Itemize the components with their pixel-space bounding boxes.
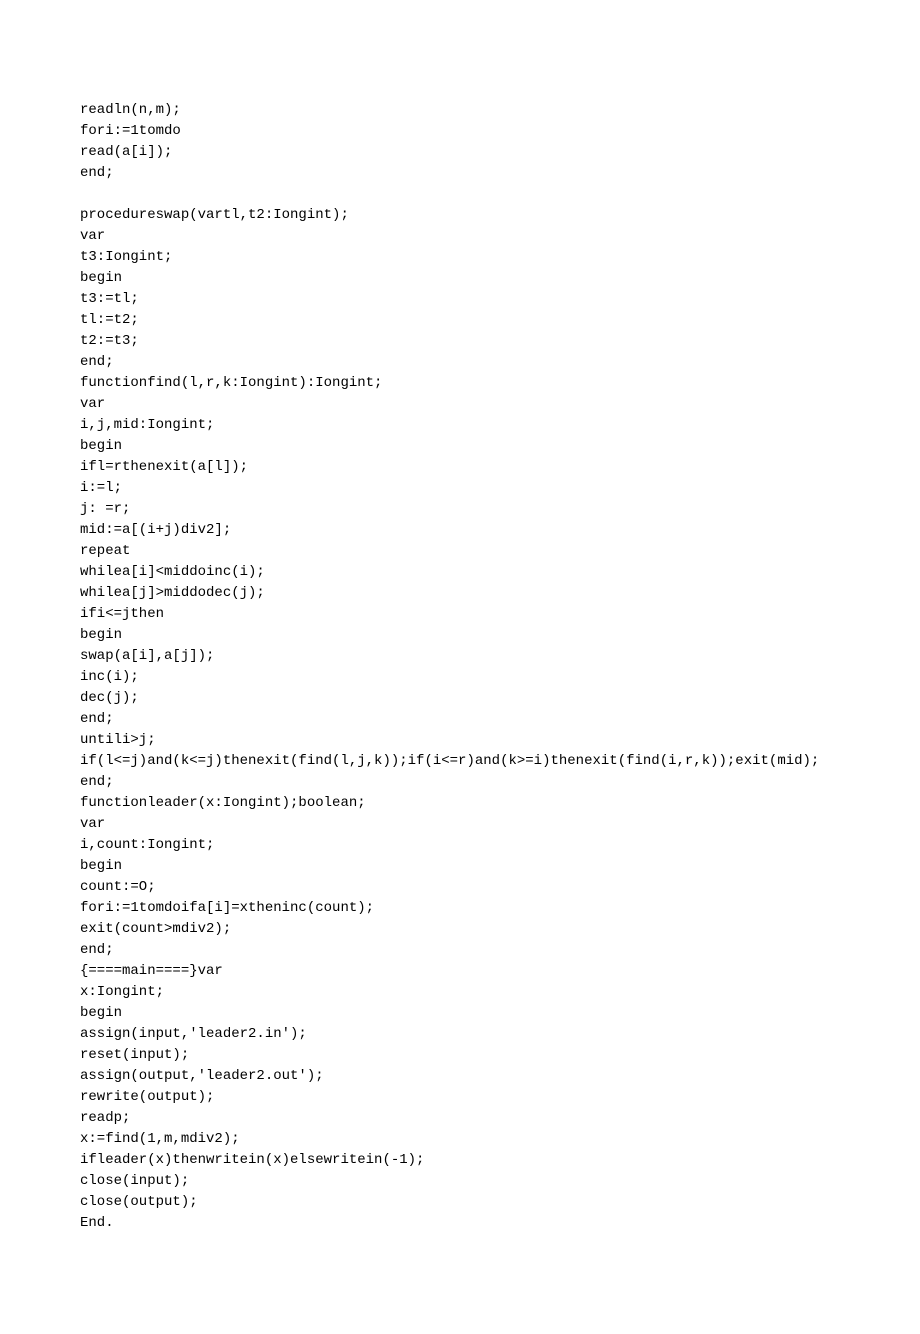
code-line: end; <box>80 772 840 793</box>
code-line: repeat <box>80 541 840 562</box>
code-line: i,j,mid:Iongint; <box>80 415 840 436</box>
code-line: t3:Iongint; <box>80 247 840 268</box>
code-line: whilea[i]<middoinc(i); <box>80 562 840 583</box>
code-line: end; <box>80 163 840 184</box>
code-line: begin <box>80 856 840 877</box>
code-line: close(output); <box>80 1192 840 1213</box>
code-line: j: =r; <box>80 499 840 520</box>
code-line: reset(input); <box>80 1045 840 1066</box>
code-line: swap(a[i],a[j]); <box>80 646 840 667</box>
code-line: end; <box>80 709 840 730</box>
code-line: functionfind(l,r,k:Iongint):Iongint; <box>80 373 840 394</box>
code-line: begin <box>80 1003 840 1024</box>
code-line: rewrite(output); <box>80 1087 840 1108</box>
code-line: x:Iongint; <box>80 982 840 1003</box>
code-line: assign(output,'leader2.out'); <box>80 1066 840 1087</box>
code-line: ifl=rthenexit(a[l]); <box>80 457 840 478</box>
code-line: fori:=1tomdo <box>80 121 840 142</box>
code-line: readp; <box>80 1108 840 1129</box>
code-line: var <box>80 226 840 247</box>
code-line: begin <box>80 268 840 289</box>
code-line: assign(input,'leader2.in'); <box>80 1024 840 1045</box>
code-line: end; <box>80 940 840 961</box>
code-line: i,count:Iongint; <box>80 835 840 856</box>
code-line: ifi<=jthen <box>80 604 840 625</box>
code-line: tl:=t2; <box>80 310 840 331</box>
code-line: end; <box>80 352 840 373</box>
code-line: count:=O; <box>80 877 840 898</box>
code-line: fori:=1tomdoifa[i]=xtheninc(count); <box>80 898 840 919</box>
code-line: procedureswap(vartl,t2:Iongint); <box>80 205 840 226</box>
code-line: mid:=a[(i+j)div2]; <box>80 520 840 541</box>
code-document: readln(n,m);fori:=1tomdoread(a[i]);end; … <box>80 100 840 1234</box>
code-line: functionleader(x:Iongint);boolean; <box>80 793 840 814</box>
code-line: exit(count>mdiv2); <box>80 919 840 940</box>
code-line: var <box>80 394 840 415</box>
code-line: readln(n,m); <box>80 100 840 121</box>
code-line: dec(j); <box>80 688 840 709</box>
code-line: begin <box>80 436 840 457</box>
code-line: untili>j; <box>80 730 840 751</box>
code-line: i:=l; <box>80 478 840 499</box>
code-line: close(input); <box>80 1171 840 1192</box>
code-line: End. <box>80 1213 840 1234</box>
code-line: t3:=tl; <box>80 289 840 310</box>
code-line: read(a[i]); <box>80 142 840 163</box>
code-line: x:=find(1,m,mdiv2); <box>80 1129 840 1150</box>
code-line: begin <box>80 625 840 646</box>
code-line: if(l<=j)and(k<=j)thenexit(find(l,j,k));i… <box>80 751 840 772</box>
code-line: inc(i); <box>80 667 840 688</box>
code-line: var <box>80 814 840 835</box>
code-line: {====main====}var <box>80 961 840 982</box>
code-line: ifleader(x)thenwritein(x)elsewritein(-1)… <box>80 1150 840 1171</box>
code-line <box>80 184 840 205</box>
code-line: whilea[j]>middodec(j); <box>80 583 840 604</box>
code-line: t2:=t3; <box>80 331 840 352</box>
